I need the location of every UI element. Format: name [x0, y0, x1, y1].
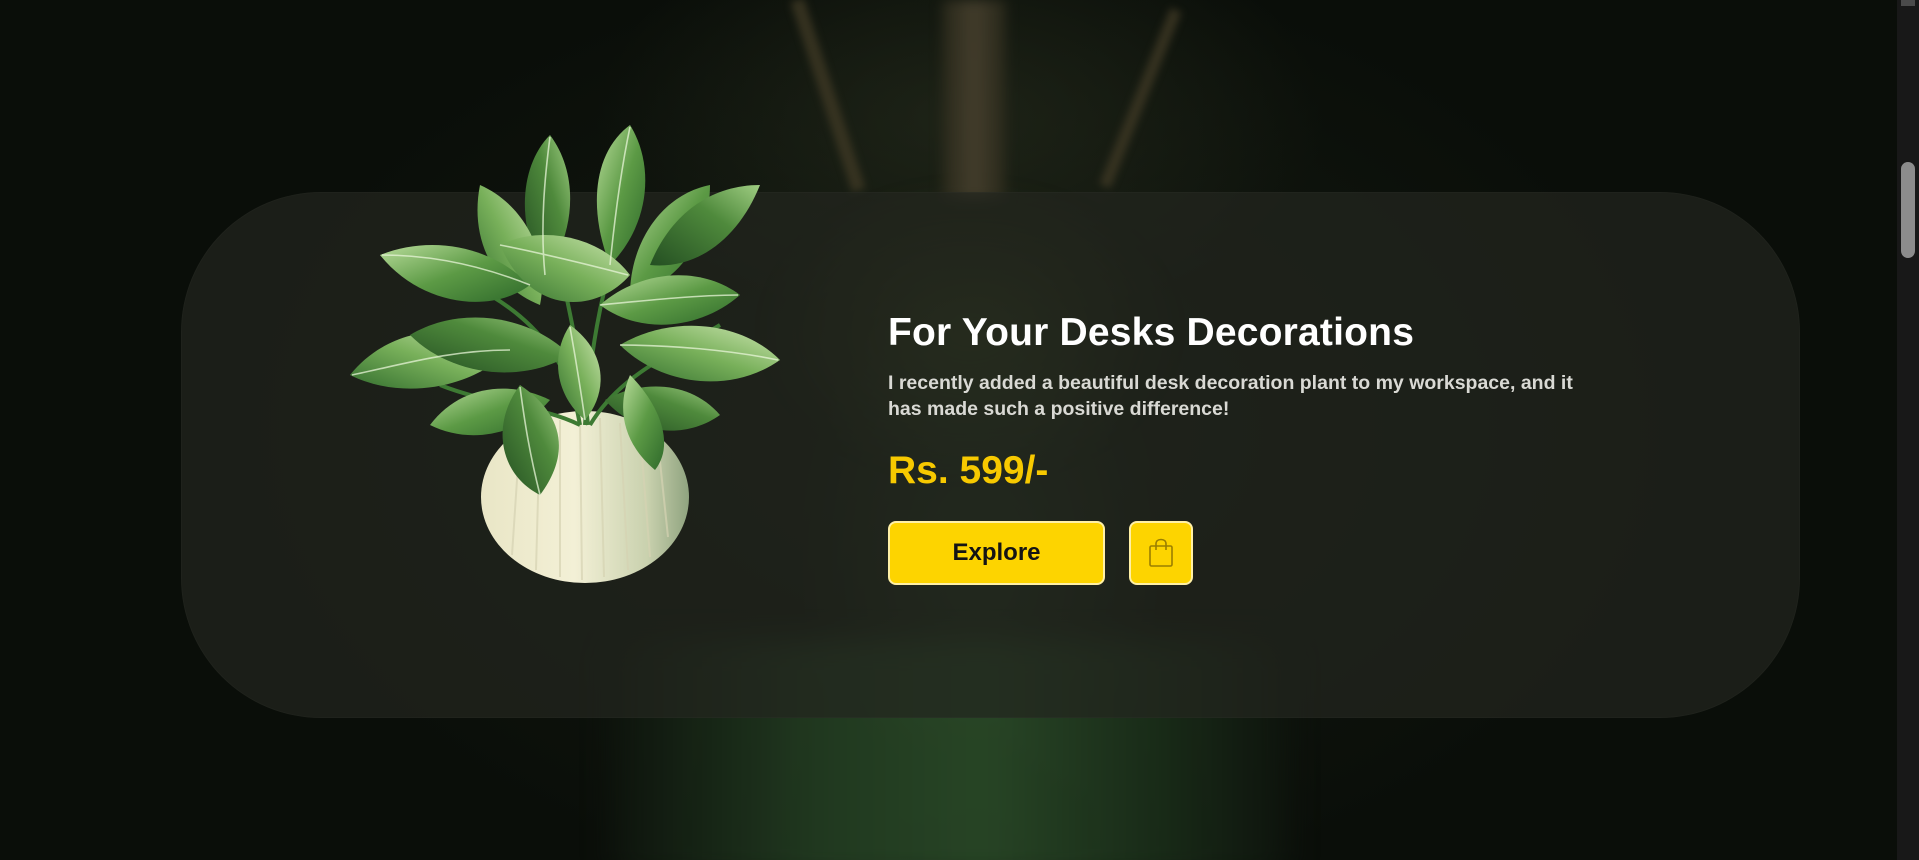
vertical-scrollbar[interactable] — [1897, 0, 1919, 860]
potted-plant-image — [350, 125, 780, 583]
background-branch-right — [1099, 7, 1182, 189]
explore-button[interactable]: Explore — [888, 521, 1105, 585]
page: For Your Desks Decorations I recently ad… — [0, 0, 1919, 860]
add-to-cart-button[interactable] — [1129, 521, 1193, 585]
product-price: Rs. 599/- — [888, 449, 1049, 492]
page-title: For Your Desks Decorations — [888, 311, 1415, 354]
hero-actions: Explore — [888, 521, 1608, 585]
product-description: I recently added a beautiful desk decora… — [888, 372, 1573, 420]
background-plant-stem — [942, 0, 1006, 200]
scrollbar-thumb[interactable] — [1901, 162, 1915, 258]
scrollbar-up-arrow[interactable] — [1901, 0, 1915, 6]
hero-content: For Your Desks Decorations I recently ad… — [888, 310, 1608, 585]
shopping-bag-icon — [1149, 538, 1173, 567]
